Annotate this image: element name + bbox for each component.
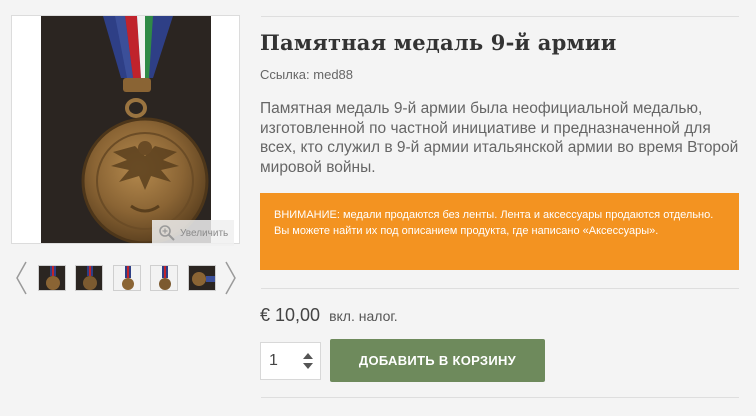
add-to-cart-button[interactable]: ДОБАВИТЬ В КОРЗИНУ [330,339,545,382]
tax-note: вкл. налог. [329,308,398,324]
divider [261,288,739,289]
thumbnail-4[interactable] [150,265,178,291]
medal-photo [41,16,211,243]
product-price: € 10,00 вкл. налог. [260,305,398,326]
thumbnail-3[interactable] [113,265,141,291]
reference-label: Ссылка: [260,67,310,82]
thumbnail-1[interactable] [38,265,66,291]
thumbnail-5[interactable] [188,265,216,291]
chevron-right-icon[interactable] [224,260,238,296]
product-main-image[interactable]: Увеличить [11,15,240,246]
product-title: Памятная медаль 9-й армии [260,30,617,55]
zoom-hint[interactable]: Увеличить [152,220,234,246]
thumbnail-carousel [14,258,240,298]
warning-notice: ВНИМАНИЕ: медали продаются без ленты. Ле… [260,193,739,270]
quantity-stepper[interactable]: 1 [260,342,321,380]
magnifier-icon [159,225,175,241]
price-value: € 10,00 [260,305,321,325]
product-reference: Ссылка: med88 [260,67,353,82]
product-description: Памятная медаль 9-й армии была неофициал… [260,100,739,176]
divider [261,16,739,17]
divider [261,397,739,398]
quantity-value[interactable]: 1 [261,352,300,370]
zoom-label: Увеличить [180,227,229,239]
reference-value: med88 [313,67,354,82]
thumbnail-2[interactable] [75,265,103,291]
chevron-left-icon[interactable] [14,260,28,296]
spinner-arrows-icon[interactable] [300,351,316,371]
